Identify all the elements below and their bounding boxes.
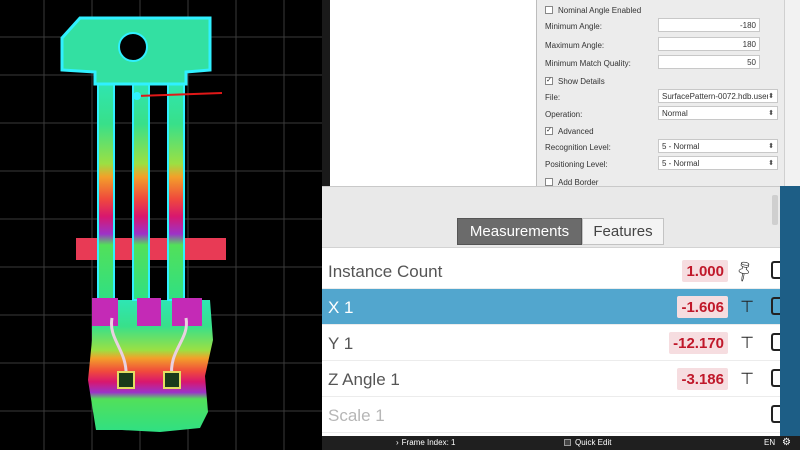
checkbox-icon[interactable]: [771, 405, 780, 423]
advanced-checkbox[interactable]: ✓: [545, 127, 553, 135]
quick-edit-toggle[interactable]: Quick Edit: [564, 438, 611, 447]
chevron-updown-icon: ⬍: [768, 110, 774, 117]
min-match-label: Minimum Match Quality:: [545, 58, 631, 68]
measurement-label: X 1: [328, 298, 354, 317]
pushpin-icon[interactable]: ⊤: [740, 369, 754, 389]
measurement-row[interactable]: Instance Count 1.000 📌︎: [322, 253, 780, 289]
pushpin-icon[interactable]: ⊤: [740, 333, 754, 353]
operation-select[interactable]: Normal ⬍: [658, 106, 778, 120]
measurement-row[interactable]: X 1 -1.606 ⊤: [322, 289, 780, 325]
checkbox-icon[interactable]: [771, 333, 780, 351]
chevron-updown-icon: ⬍: [768, 143, 774, 150]
status-bar: › Frame Index: 1 Quick Edit EN ⚙: [322, 436, 800, 450]
tab-features[interactable]: Features: [582, 218, 664, 245]
measurement-row[interactable]: Z Angle 1 -3.186 ⊤: [322, 361, 780, 397]
max-angle-input[interactable]: 180: [658, 37, 760, 51]
show-details-label: Show Details: [558, 76, 605, 86]
nominal-angle-checkbox[interactable]: [545, 6, 553, 14]
gear-icon[interactable]: ⚙: [782, 437, 791, 448]
recognition-label: Recognition Level:: [545, 142, 611, 152]
tab-measurements[interactable]: Measurements: [457, 218, 582, 245]
side-strip: [780, 186, 800, 436]
quick-edit-label: Quick Edit: [575, 438, 612, 447]
measurement-label: Y 1: [328, 334, 354, 353]
operation-select-value: Normal: [662, 108, 688, 118]
nominal-angle-label: Nominal Angle Enabled: [558, 5, 642, 15]
3d-viewer[interactable]: [0, 0, 322, 450]
max-angle-label: Maximum Angle:: [545, 40, 605, 50]
frame-index[interactable]: › Frame Index: 1: [396, 438, 455, 447]
measurement-row[interactable]: Scale 1: [322, 397, 780, 433]
pushpin-icon[interactable]: ⊤: [740, 297, 754, 317]
chevron-updown-icon: ⬍: [768, 93, 774, 100]
file-select[interactable]: SurfacePattern-0072.hdb.user ⬍: [658, 89, 778, 103]
measurement-value: -3.186: [677, 368, 728, 390]
chevron-right-icon: ›: [396, 438, 399, 447]
add-border-checkbox[interactable]: [545, 178, 553, 186]
advanced-row[interactable]: ✓ Advanced: [545, 123, 594, 139]
measurement-label: Z Angle 1: [328, 370, 400, 389]
language-indicator: EN: [764, 438, 776, 447]
image-view-area: [322, 0, 536, 186]
pushpin-icon[interactable]: 📌︎: [730, 257, 758, 285]
checkbox-icon[interactable]: [771, 261, 780, 279]
frame-index-label: Frame Index: 1: [401, 438, 456, 447]
positioning-select-value: 5 - Normal: [662, 158, 700, 168]
measurement-value: -1.606: [677, 296, 728, 318]
positioning-select[interactable]: 5 - Normal ⬍: [658, 156, 778, 170]
measurement-label: Scale 1: [328, 406, 385, 425]
measurement-row[interactable]: Y 1 -12.170 ⊤: [322, 325, 780, 361]
measurements-panel: Measurements Features Instance Count 1.0…: [322, 186, 780, 437]
quick-edit-checkbox[interactable]: [564, 439, 571, 446]
recognition-select-value: 5 - Normal: [662, 141, 700, 151]
settings-scrollbar[interactable]: [784, 0, 800, 186]
file-label: File:: [545, 92, 561, 102]
advanced-label: Advanced: [558, 126, 594, 136]
show-details-row[interactable]: ✓ Show Details: [545, 73, 605, 89]
measurements-header: Measurements Features: [322, 187, 780, 248]
nominal-angle-row[interactable]: Nominal Angle Enabled: [545, 2, 641, 18]
checkbox-icon[interactable]: [771, 369, 780, 387]
measurement-value: -12.170: [669, 332, 728, 354]
positioning-label: Positioning Level:: [545, 159, 608, 169]
measurement-value: 1.000: [682, 260, 728, 282]
point-cloud-canvas: [0, 0, 322, 450]
chevron-updown-icon: ⬍: [768, 160, 774, 167]
show-details-checkbox[interactable]: ✓: [545, 77, 553, 85]
min-match-input[interactable]: 50: [658, 55, 760, 69]
checkbox-icon[interactable]: [771, 297, 780, 315]
operation-label: Operation:: [545, 109, 583, 119]
min-angle-label: Minimum Angle:: [545, 21, 602, 31]
recognition-select[interactable]: 5 - Normal ⬍: [658, 139, 778, 153]
min-angle-input[interactable]: -180: [658, 18, 760, 32]
file-select-value: SurfacePattern-0072.hdb.user: [662, 91, 769, 101]
measurement-label: Instance Count: [328, 262, 443, 281]
part-model: [60, 16, 226, 432]
panel-scrollbar-thumb[interactable]: [772, 195, 778, 225]
